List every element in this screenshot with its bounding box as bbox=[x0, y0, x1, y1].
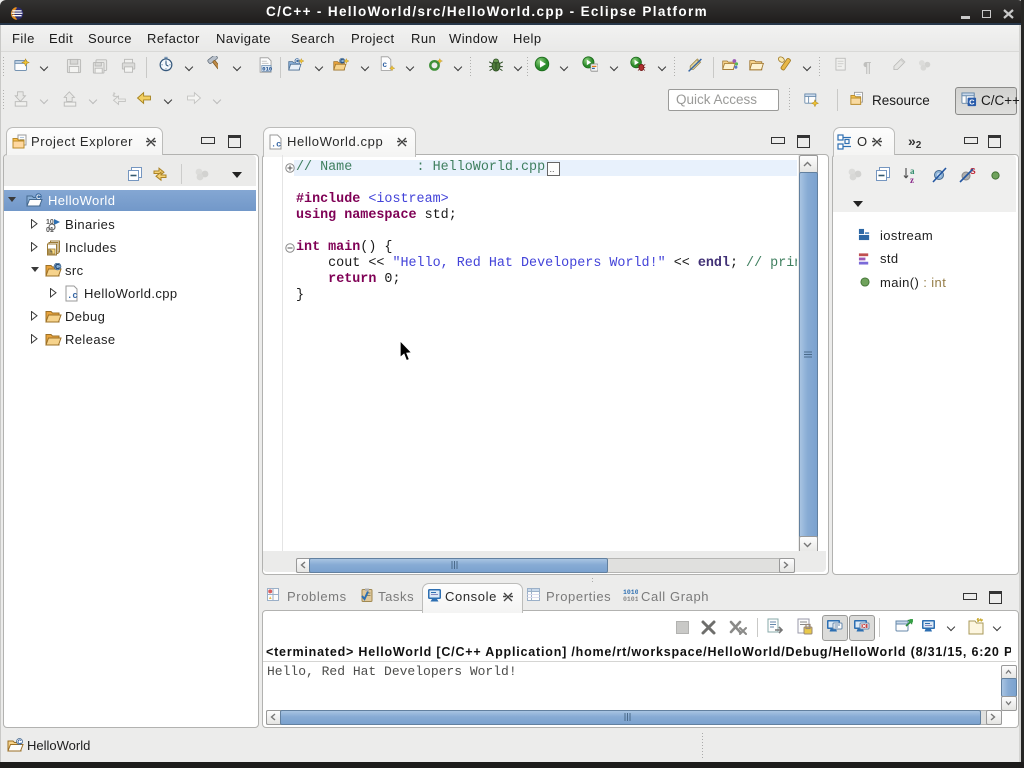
svg-text:0101: 0101 bbox=[623, 596, 638, 602]
svg-text:C: C bbox=[340, 59, 344, 65]
svg-text:c: c bbox=[382, 61, 387, 70]
svg-text:.c: .c bbox=[67, 291, 78, 301]
svg-text:010: 010 bbox=[262, 65, 272, 72]
svg-text:C: C bbox=[969, 97, 975, 106]
svg-text:C: C bbox=[17, 740, 22, 746]
svg-text:C: C bbox=[295, 59, 299, 65]
svg-text:1010: 1010 bbox=[623, 589, 638, 596]
svg-text:C: C bbox=[36, 194, 41, 201]
svg-text:.c: .c bbox=[271, 140, 281, 150]
svg-text:z: z bbox=[910, 175, 914, 184]
svg-text:C: C bbox=[55, 264, 60, 271]
